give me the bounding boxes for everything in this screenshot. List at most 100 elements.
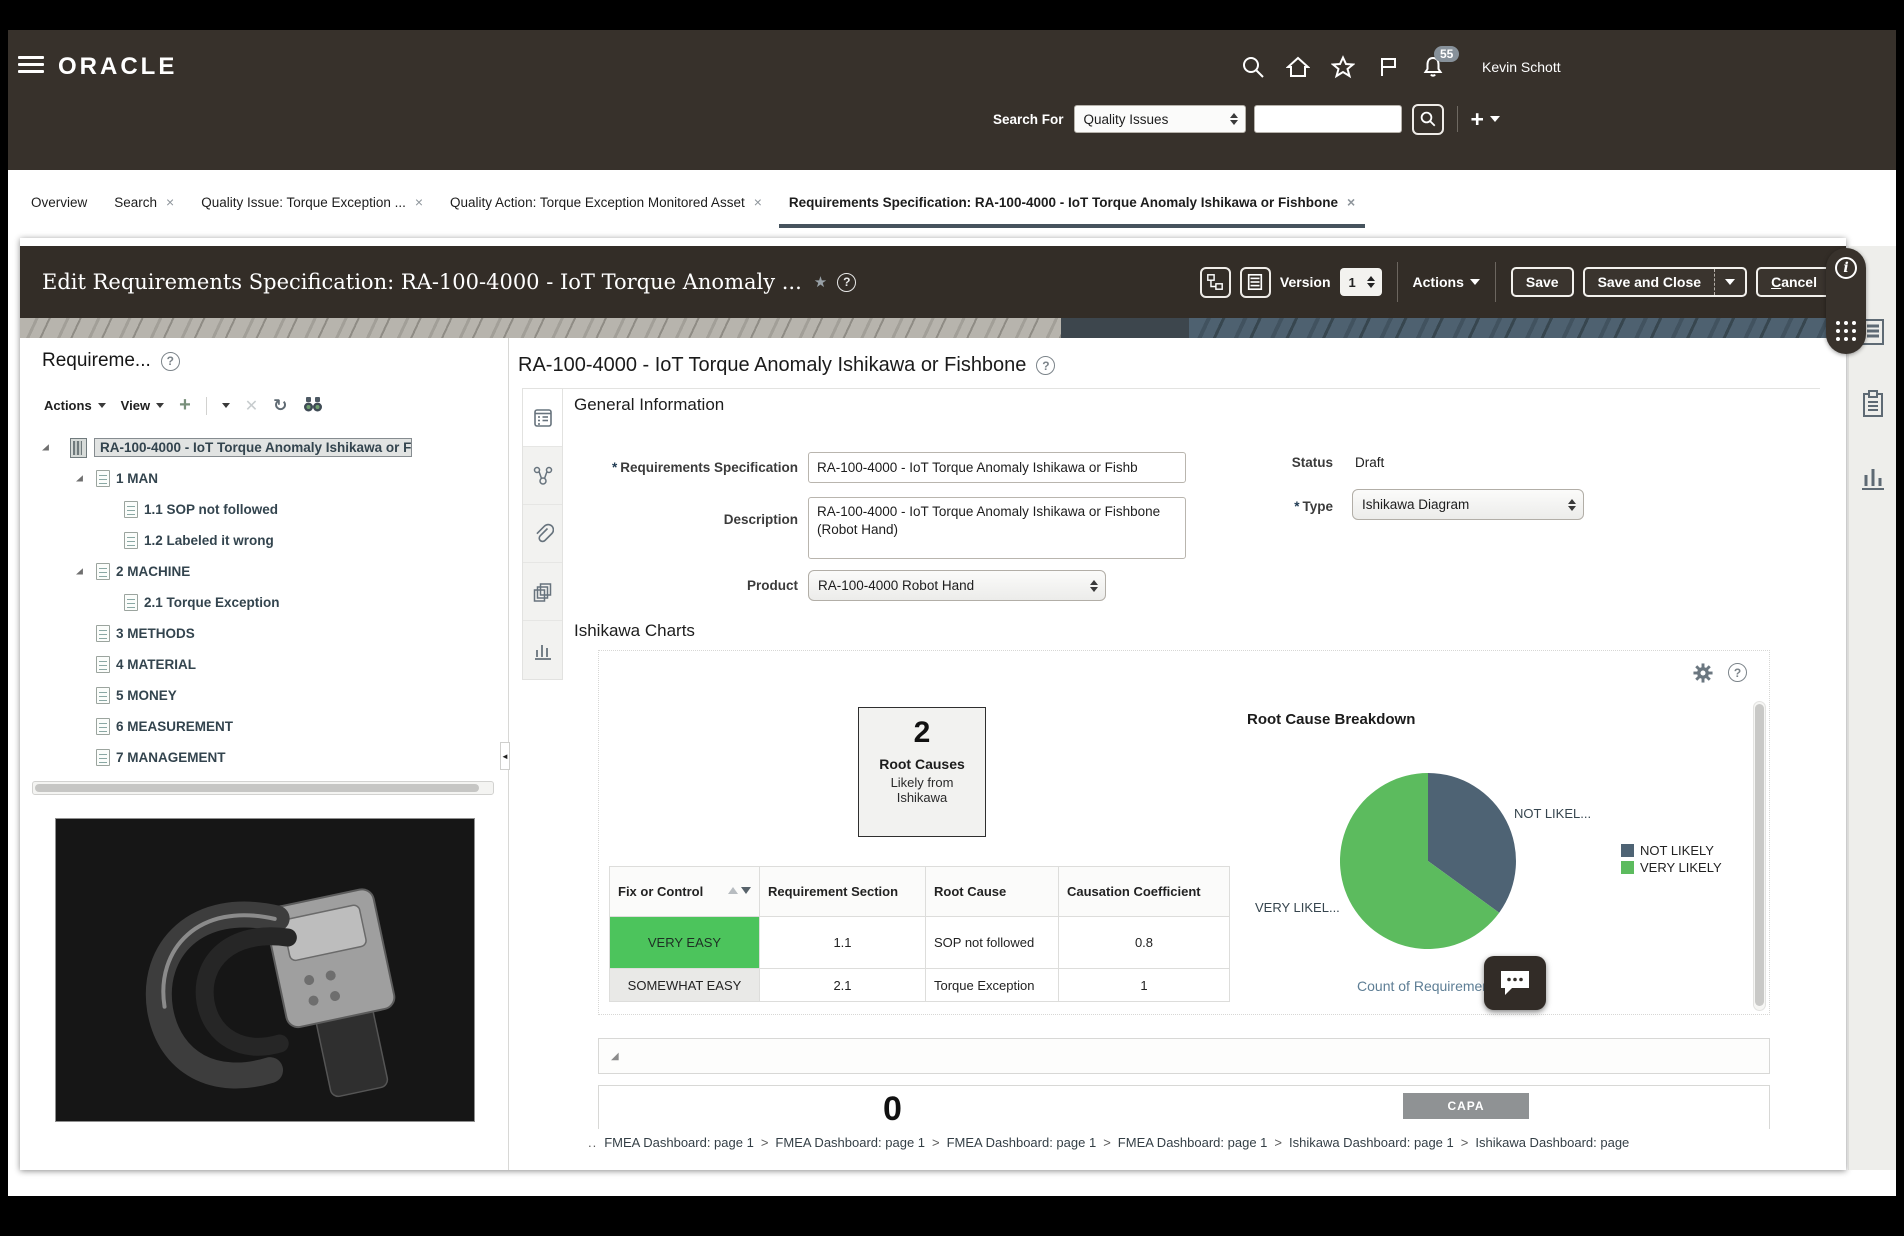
scrollbar-thumb[interactable] [1755, 704, 1764, 1006]
sort-icons[interactable] [728, 887, 751, 894]
legend-item-very-likely[interactable]: VERY LIKELY [1621, 860, 1722, 875]
notifications-bell-icon[interactable]: 55 [1421, 55, 1445, 79]
expand-icon[interactable]: ◢ [42, 443, 55, 453]
home-icon[interactable] [1286, 55, 1310, 79]
tree-node-man[interactable]: ◢ 1 MAN [26, 463, 500, 494]
binoculars-find-icon[interactable] [302, 396, 324, 415]
tree-node-management[interactable]: 7 MANAGEMENT [26, 742, 500, 773]
close-icon[interactable]: × [415, 194, 423, 210]
refresh-icon[interactable]: ↻ [273, 396, 287, 416]
requirements-specification-input[interactable] [808, 452, 1186, 483]
column-header-requirement-section[interactable]: Requirement Section [760, 867, 926, 917]
product-select[interactable]: RA-100-4000 Robot Hand [808, 570, 1106, 601]
tree-node-methods[interactable]: 3 METHODS [26, 618, 500, 649]
collapsed-section-band[interactable]: ◢ [598, 1038, 1770, 1074]
search-icon[interactable] [1241, 55, 1265, 79]
breadcrumb-link[interactable]: FMEA Dashboard: page 1 [775, 1135, 925, 1150]
user-name[interactable]: Kevin Schott [1482, 59, 1561, 75]
breadcrumb-link[interactable]: Ishikawa Dashboard: page [1475, 1135, 1629, 1150]
table-row[interactable]: VERY EASY 1.1 SOP not followed 0.8 [610, 917, 1230, 969]
tree-node-label: 5 MONEY [116, 688, 177, 703]
tree-node-machine[interactable]: ◢ 2 MACHINE [26, 556, 500, 587]
actions-menu[interactable]: Actions [1413, 274, 1480, 290]
info-icon[interactable]: i [1835, 257, 1857, 279]
tree-node-material[interactable]: 4 MATERIAL [26, 649, 500, 680]
chat-button[interactable] [1484, 956, 1546, 1010]
expand-icon[interactable]: ◢ [76, 474, 89, 484]
tab-requirements-specification[interactable]: Requirements Specification: RA-100-4000 … [779, 180, 1365, 228]
root-cause-pie-chart[interactable] [1340, 773, 1516, 954]
breadcrumb-link[interactable]: Ishikawa Dashboard: page 1 [1289, 1135, 1454, 1150]
tree-horizontal-scrollbar[interactable] [32, 781, 494, 795]
paperclip-attachments-icon[interactable] [523, 505, 562, 563]
tree-root-node[interactable]: ◢ RA-100-4000 - IoT Torque Anomaly Ishik… [26, 432, 500, 463]
tree-node-label: 4 MATERIAL [116, 657, 196, 672]
legend-item-not-likely[interactable]: NOT LIKELY [1621, 843, 1722, 858]
favorites-star-icon[interactable] [1331, 55, 1355, 79]
version-spinner[interactable]: 1 [1340, 268, 1382, 296]
bar-chart-icon[interactable] [1857, 456, 1889, 496]
dashboard-breadcrumb: .. FMEA Dashboard: page 1 > FMEA Dashboa… [588, 1135, 1629, 1150]
hierarchy-view-button[interactable] [1200, 267, 1231, 298]
search-submit-button[interactable] [1412, 104, 1444, 135]
description-textarea[interactable]: RA-100-4000 - IoT Torque Anomaly Ishikaw… [808, 497, 1186, 559]
tree-actions-menu[interactable]: Actions [44, 398, 106, 413]
add-node-chevron-icon[interactable] [222, 403, 230, 408]
capa-button[interactable]: CAPA [1403, 1093, 1529, 1119]
tab-quality-issue[interactable]: Quality Issue: Torque Exception ...× [191, 180, 433, 228]
type-select[interactable]: Ishikawa Diagram [1352, 489, 1584, 520]
section-icon [124, 532, 138, 549]
list-view-button[interactable] [1240, 267, 1271, 298]
chevron-down-icon[interactable] [1715, 269, 1745, 295]
chart-vertical-scrollbar[interactable] [1753, 701, 1766, 1011]
global-search-input[interactable] [1254, 105, 1402, 133]
expand-icon[interactable]: ◢ [76, 567, 89, 577]
tree-node-label: 1.2 Labeled it wrong [144, 533, 274, 548]
bar-chart-section-icon[interactable] [523, 621, 562, 679]
breadcrumb-link[interactable]: FMEA Dashboard: page 1 [604, 1135, 754, 1150]
general-info-form-icon[interactable] [523, 389, 562, 447]
add-node-icon[interactable]: + [179, 394, 191, 417]
layers-copy-icon[interactable] [523, 563, 562, 621]
clipboard-icon[interactable] [1857, 384, 1889, 424]
root-causes-kpi-tile[interactable]: 2 Root Causes Likely from Ishikawa [858, 707, 986, 837]
tab-quality-action[interactable]: Quality Action: Torque Exception Monitor… [440, 180, 772, 228]
panel-splitter-handle[interactable]: ◄ [500, 742, 510, 770]
breadcrumb-link[interactable]: FMEA Dashboard: page 1 [1118, 1135, 1268, 1150]
tree-node-label: 2.1 Torque Exception [144, 595, 280, 610]
help-icon[interactable]: ? [1036, 356, 1055, 375]
search-category-select[interactable]: Quality Issues [1074, 105, 1246, 133]
pie-legend: NOT LIKELY VERY LIKELY [1621, 843, 1722, 877]
cancel-button[interactable]: Cancel [1756, 267, 1832, 297]
help-icon[interactable]: ? [161, 352, 180, 371]
close-icon[interactable]: × [1347, 194, 1355, 210]
save-button[interactable]: Save [1511, 267, 1574, 297]
table-row[interactable]: SOMEWHAT EASY 2.1 Torque Exception 1 [610, 969, 1230, 1002]
scrollbar-thumb[interactable] [35, 784, 479, 792]
grid-dots-icon[interactable] [1836, 321, 1856, 341]
add-menu-button[interactable]: + [1471, 109, 1500, 129]
tab-search[interactable]: Search× [104, 180, 184, 228]
tree-node-measurement[interactable]: 6 MEASUREMENT [26, 711, 500, 742]
favorite-star-icon[interactable]: ★ [814, 273, 827, 291]
help-icon[interactable]: ? [837, 273, 856, 292]
column-header-fix-or-control[interactable]: Fix or Control [610, 867, 760, 917]
close-icon[interactable]: × [166, 194, 174, 210]
tab-overview[interactable]: Overview [21, 180, 97, 228]
hamburger-menu-icon[interactable] [18, 56, 44, 76]
gear-settings-icon[interactable] [1693, 663, 1713, 688]
expand-icon[interactable]: ◢ [611, 1051, 619, 1062]
close-icon[interactable]: × [754, 194, 762, 210]
tree-view-menu[interactable]: View [121, 398, 164, 413]
tree-node-torque-exception[interactable]: 2.1 Torque Exception [26, 587, 500, 618]
breadcrumb-link[interactable]: FMEA Dashboard: page 1 [947, 1135, 1097, 1150]
network-diagram-icon[interactable] [523, 447, 562, 505]
flag-icon[interactable] [1376, 55, 1400, 79]
save-and-close-button[interactable]: Save and Close [1583, 267, 1748, 297]
tree-node-money[interactable]: 5 MONEY [26, 680, 500, 711]
column-header-causation-coefficient[interactable]: Causation Coefficient [1059, 867, 1230, 917]
help-icon[interactable]: ? [1728, 663, 1747, 682]
tree-node-sop-not-followed[interactable]: 1.1 SOP not followed [26, 494, 500, 525]
tree-node-labeled-it-wrong[interactable]: 1.2 Labeled it wrong [26, 525, 500, 556]
column-header-root-cause[interactable]: Root Cause [926, 867, 1059, 917]
